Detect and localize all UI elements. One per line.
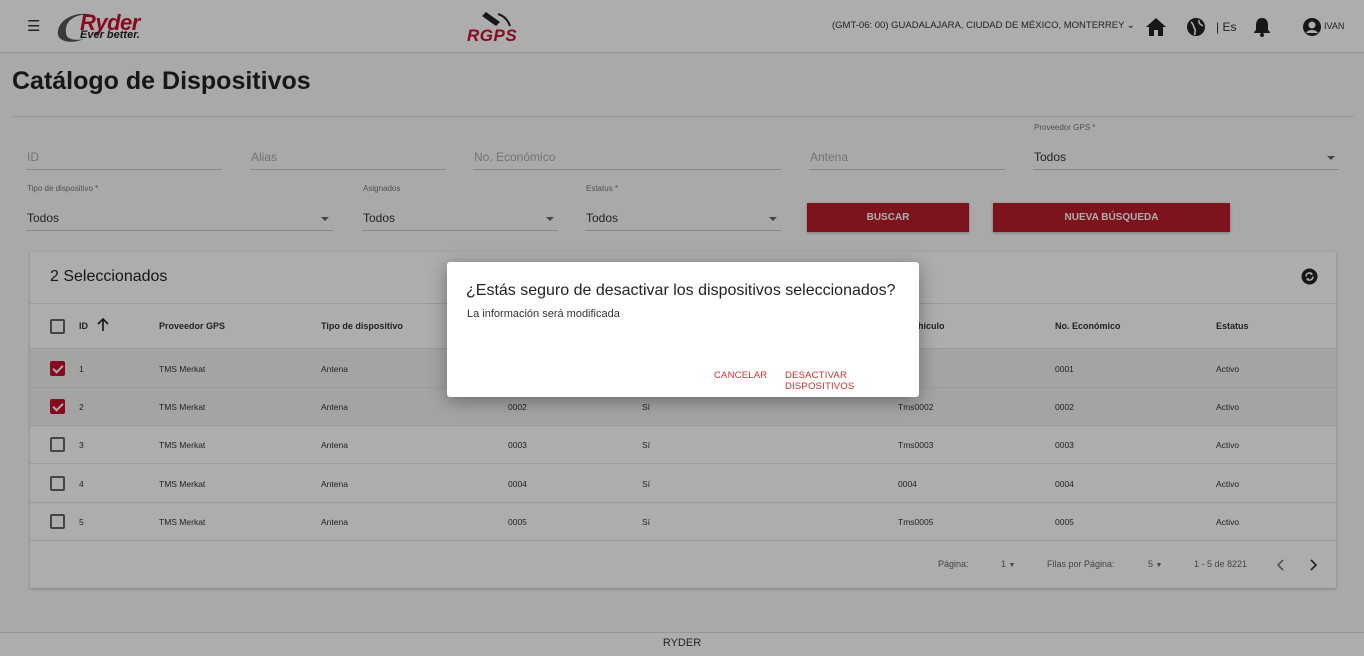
dialog-message: La información será modificada bbox=[467, 308, 620, 320]
cancel-button[interactable]: CANCELAR bbox=[714, 370, 767, 381]
deactivate-devices-button[interactable]: DESACTIVAR DISPOSITIVOS bbox=[785, 370, 919, 392]
dialog-title: ¿Estás seguro de desactivar los disposit… bbox=[466, 282, 896, 299]
confirm-dialog: ¿Estás seguro de desactivar los disposit… bbox=[447, 262, 919, 397]
